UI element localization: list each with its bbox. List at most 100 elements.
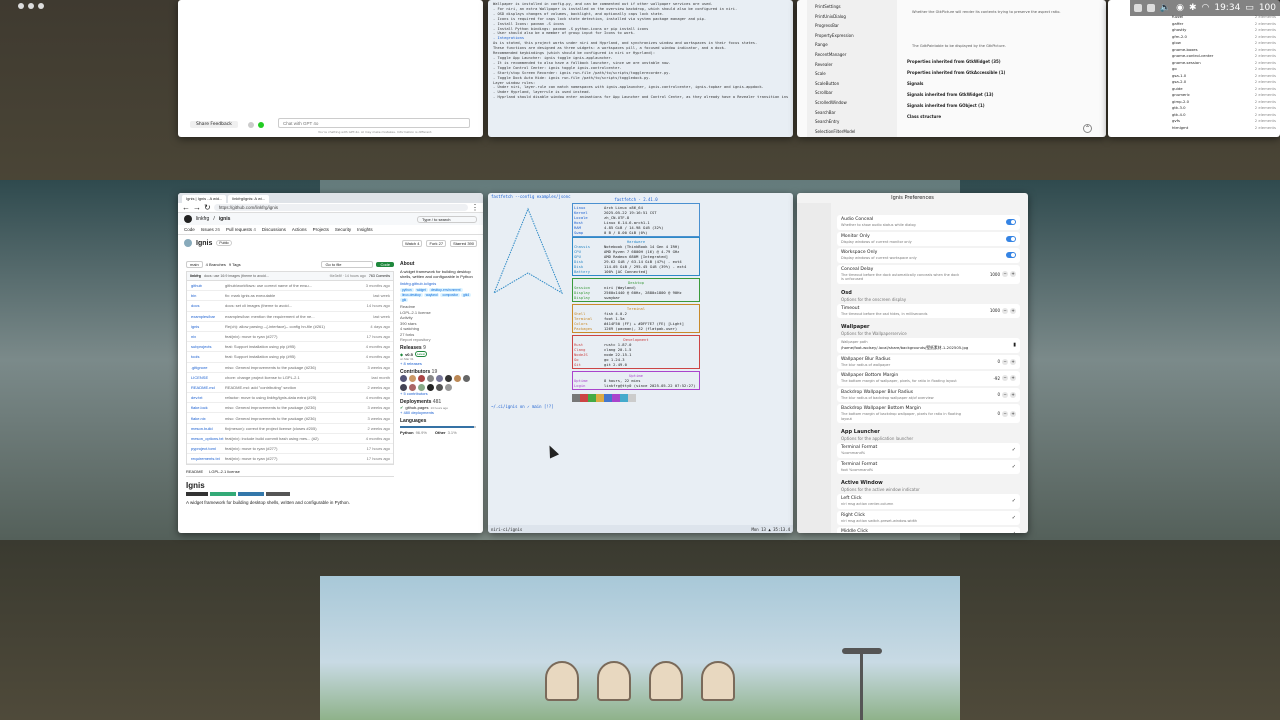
table-row[interactable]: tools feat: Support installation using pi…: [187, 352, 393, 363]
fork-button[interactable]: Fork 27: [426, 239, 447, 247]
file-name[interactable]: flake.nix: [187, 416, 225, 421]
table-row[interactable]: docs docs: set cli images (theme to avoid…: [187, 301, 393, 312]
pref-row[interactable]: Terminal Format foot %command% ✓: [837, 459, 1020, 474]
file-name[interactable]: requirements.txt: [187, 456, 225, 461]
file-commit-message[interactable]: misc: General improvements to the packag…: [225, 365, 359, 370]
minus-icon[interactable]: −: [1002, 391, 1008, 398]
plus-icon[interactable]: +: [1010, 375, 1016, 382]
avatar[interactable]: [400, 384, 407, 391]
table-row[interactable]: pyproject.toml feat(nix): move to ryan (#…: [187, 444, 393, 455]
file-name[interactable]: meson.build: [187, 426, 225, 431]
minus-icon[interactable]: −: [1002, 307, 1008, 314]
star-button[interactable]: Starred 390: [450, 239, 477, 247]
repo-tab[interactable]: Code: [184, 227, 195, 232]
share-feedback-button[interactable]: Share Feedback: [190, 121, 238, 128]
file-manager-window[interactable]: fuzzel 2 elements gaffer 2 elements ghostty 2…: [1108, 0, 1280, 137]
file-name[interactable]: meson_options.txt: [187, 436, 225, 441]
sidebar-item[interactable]: SearchEntry: [807, 117, 897, 127]
url-bar[interactable]: https://github.com/linkfrg/ignis: [213, 204, 468, 211]
workspace-indicator[interactable]: [18, 3, 44, 9]
minus-icon[interactable]: −: [1002, 410, 1008, 417]
spin-button[interactable]: 1000− +: [990, 271, 1016, 277]
table-row[interactable]: examples/bar examples/bar: mention the re…: [187, 312, 393, 322]
toggle-switch[interactable]: [1006, 219, 1016, 226]
commit-count[interactable]: 763 Commits: [369, 274, 390, 278]
spin-button[interactable]: 0− +: [997, 391, 1016, 398]
avatar[interactable]: [409, 375, 416, 382]
more-releases-link[interactable]: + 8 releases: [400, 361, 476, 366]
minus-icon[interactable]: −: [1002, 358, 1008, 365]
file-commit-message[interactable]: misc: General improvements to the packag…: [225, 405, 359, 410]
doc-section[interactable]: Signals inherited from GObject (1): [907, 100, 1097, 111]
preferences-window[interactable]: Ignis Preferences Audio Conceal Whether t…: [797, 193, 1028, 533]
topic-tag[interactable]: linux-desktop: [400, 293, 423, 297]
pref-row[interactable]: Middle Clickniri msg action toggle-colum…: [837, 527, 1020, 533]
terminal-window[interactable]: fastfetch --config examples/jsonc fastfe…: [488, 193, 793, 533]
file-commit-message[interactable]: fix: mark ignis as executable: [225, 293, 359, 298]
avatar[interactable]: [463, 375, 470, 382]
repo-tab[interactable]: Actions: [292, 227, 307, 232]
tags-link[interactable]: 9 Tags: [229, 262, 241, 267]
doc-section[interactable]: Properties inherited from GtkWidget (35): [907, 56, 1097, 67]
table-row[interactable]: requirements.txt feat(nix): move to ryan …: [187, 454, 393, 465]
browser-tab-active[interactable]: linkfrg/ignis: A wi...: [228, 195, 270, 203]
repo-tab[interactable]: Discussions: [262, 227, 286, 232]
file-name[interactable]: examples/bar: [187, 314, 225, 319]
file-commit-message[interactable]: docs: set cli images (theme to avoid...: [225, 303, 359, 308]
workspace-dot[interactable]: [18, 3, 24, 9]
topic-tag[interactable]: python: [400, 288, 414, 292]
file-commit-message[interactable]: feat: Support installation using pip (#9…: [225, 354, 359, 359]
file-name[interactable]: README.md: [187, 385, 225, 390]
homepage-link[interactable]: linkfrg.github.io/ignis: [400, 281, 476, 286]
pref-row[interactable]: Wallpaper Bottom Margin The bottom margin…: [837, 371, 1020, 386]
settings-icon[interactable]: [248, 122, 254, 128]
reload-icon[interactable]: ↻: [204, 203, 211, 212]
table-row[interactable]: subprojects feat: Support installation us…: [187, 342, 393, 353]
file-commit-message[interactable]: feat(nix): move to ryan (#277): [225, 334, 359, 339]
pref-row[interactable]: Left Click niri msg action center-column ✓: [837, 494, 1020, 509]
sidebar-item[interactable]: SelectionFilterModel: [807, 127, 897, 137]
doc-section[interactable]: Properties inherited from GtkAccessible …: [907, 67, 1097, 78]
wallpaper-path-row[interactable]: Wallpaper path/home/foot-wolsey/.local/s…: [837, 338, 1020, 353]
plus-icon[interactable]: +: [1010, 307, 1016, 314]
table-row[interactable]: LICENSE chore: change project license to …: [187, 373, 393, 383]
minus-icon[interactable]: −: [1002, 271, 1008, 277]
tray-app-icon[interactable]: [1133, 4, 1142, 12]
workspace-dot[interactable]: [28, 3, 34, 9]
branches-link[interactable]: 4 Branches: [206, 262, 226, 267]
forward-icon[interactable]: →: [193, 203, 201, 212]
back-icon[interactable]: ←: [182, 203, 190, 212]
sidebar-item[interactable]: ProgressBar: [807, 21, 897, 31]
readme-editor-window[interactable]: Wallpaper is installed in config.py, and…: [488, 0, 793, 137]
avatar[interactable]: [418, 375, 425, 382]
chat-input[interactable]: [278, 118, 470, 128]
github-logo-icon[interactable]: [184, 215, 192, 223]
volume-icon[interactable]: 🔈: [1160, 3, 1171, 13]
repo-tab[interactable]: Projects: [313, 227, 329, 232]
avatar[interactable]: [427, 375, 434, 382]
code-button[interactable]: Code: [376, 262, 394, 267]
wifi-icon[interactable]: ◠: [1202, 3, 1210, 13]
file-commit-message[interactable]: feat(nix): move to ryan (#277): [225, 446, 359, 451]
table-row[interactable]: github github/workflows: use correct name…: [187, 281, 393, 292]
repo-tab[interactable]: Security: [335, 227, 351, 232]
edit-check-icon[interactable]: ✓: [1012, 464, 1016, 470]
scroll-top-button[interactable]: ⌃: [1083, 124, 1092, 133]
topic-tag[interactable]: wayland: [423, 293, 440, 297]
file-name[interactable]: tools: [187, 354, 225, 359]
avatar[interactable]: [409, 384, 416, 391]
pref-row[interactable]: Monitor Only Display windows of current m…: [837, 231, 1020, 246]
folder-row[interactable]: htmlgmt 2 elements: [1172, 125, 1276, 132]
plus-icon[interactable]: +: [1010, 391, 1016, 398]
topic-tag[interactable]: gtk: [400, 298, 409, 302]
sidebar-item[interactable]: RecentManager: [807, 50, 897, 60]
plus-icon[interactable]: +: [1010, 358, 1016, 365]
table-row[interactable]: flake.nix misc: General improvements to t…: [187, 413, 393, 424]
license-tab[interactable]: LGPL-2.1 license: [209, 469, 240, 474]
repo-tab[interactable]: Insights: [357, 227, 373, 232]
toggle-switch[interactable]: [1006, 235, 1016, 242]
doc-section[interactable]: Signals: [907, 78, 1097, 89]
file-name[interactable]: flake.lock: [187, 405, 225, 410]
more-contributors-link[interactable]: + 5 contributors: [400, 391, 476, 396]
spin-button[interactable]: 0− +: [997, 410, 1016, 417]
